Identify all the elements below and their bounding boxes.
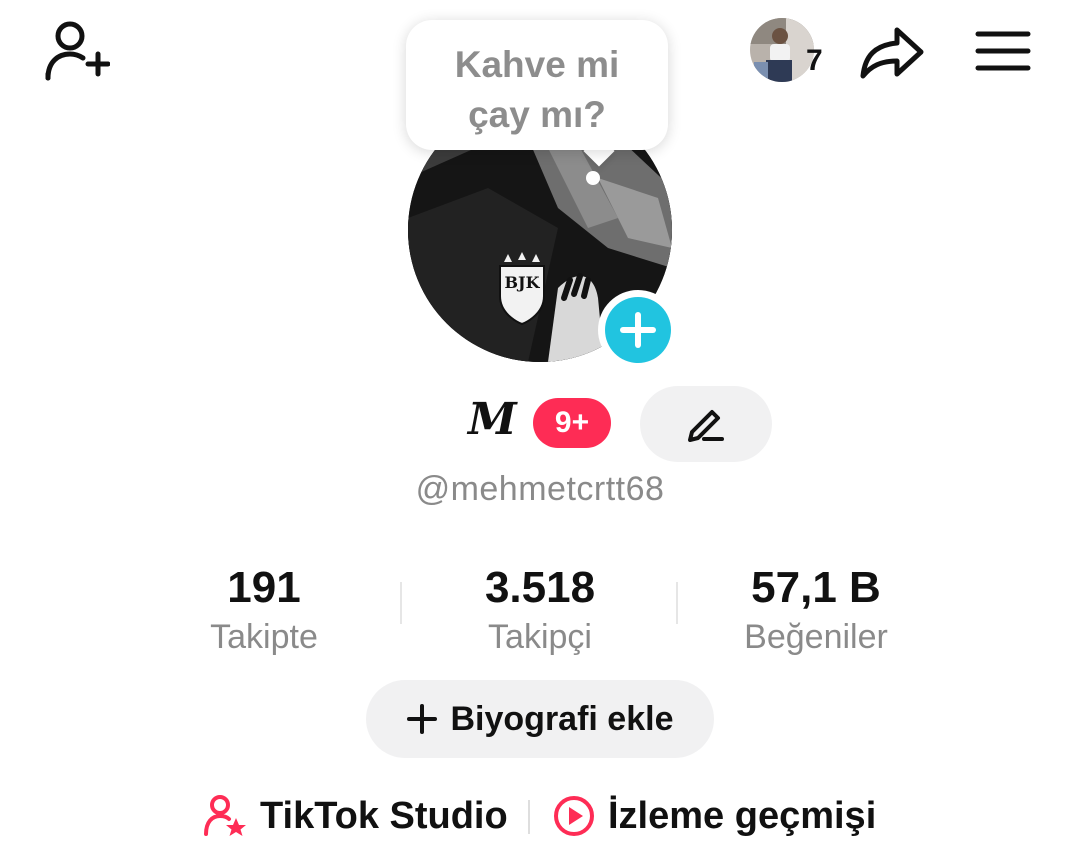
profile-stats: 191 Takipte 3.518 Takipçi 57,1 B Beğenil… — [0, 560, 1080, 660]
followers-count: 3.518 — [484, 563, 596, 612]
share-button[interactable] — [856, 22, 928, 82]
add-friend-button[interactable] — [40, 18, 112, 84]
note-text-line2: çay mı? — [468, 94, 606, 135]
add-bio-button[interactable]: Biyografi ekle — [366, 680, 714, 758]
share-arrow-icon — [860, 27, 924, 79]
pencil-icon — [688, 410, 724, 442]
watch-history-label: İzleme geçmişi — [608, 794, 877, 837]
note-bubble-dot — [586, 171, 600, 185]
note-bubble[interactable]: Kahve mi çay mı? — [406, 20, 668, 150]
stat-following[interactable]: 191 Takipte — [134, 560, 394, 657]
username: @mehmetcrtt68 — [415, 470, 665, 508]
stat-likes[interactable]: 57,1 B Beğeniler — [686, 560, 946, 657]
notification-badge[interactable]: 9+ — [533, 398, 611, 448]
creator-star-icon — [204, 795, 246, 836]
stat-followers[interactable]: 3.518 Takipçi — [410, 560, 670, 657]
plus-icon — [406, 704, 437, 734]
plus-icon — [620, 312, 656, 348]
profile-visitors-button[interactable] — [748, 16, 838, 84]
profile-links: TikTok Studio İzleme geçmişi — [0, 788, 1080, 844]
profile-display-name: M — [468, 394, 517, 445]
stat-divider — [676, 582, 678, 624]
play-circle-icon — [554, 796, 594, 836]
menu-button[interactable] — [970, 22, 1036, 80]
person-plus-icon — [45, 21, 110, 81]
svg-text:BJK: BJK — [505, 273, 541, 292]
edit-profile-button[interactable] — [640, 386, 772, 462]
visitor-avatar — [750, 18, 814, 82]
followers-label: Takipçi — [488, 618, 592, 656]
following-label: Takipte — [210, 618, 318, 656]
note-text-line1: Kahve mi — [454, 44, 620, 85]
visitor-count: 7 — [806, 44, 823, 77]
links-divider — [528, 800, 530, 834]
watch-history-link[interactable]: İzleme geçmişi — [552, 788, 876, 844]
stat-divider — [400, 582, 402, 624]
add-story-button[interactable] — [598, 290, 678, 370]
tiktok-studio-label: TikTok Studio — [260, 794, 508, 837]
following-count: 191 — [227, 563, 301, 612]
tiktok-studio-link[interactable]: TikTok Studio — [204, 788, 508, 844]
likes-label: Beğeniler — [744, 618, 888, 656]
hamburger-menu-icon — [975, 31, 1031, 71]
profile-name-row: M 9+ — [0, 386, 1080, 464]
add-bio-label: Biyografi ekle — [450, 699, 674, 738]
likes-count: 57,1 B — [751, 563, 881, 612]
